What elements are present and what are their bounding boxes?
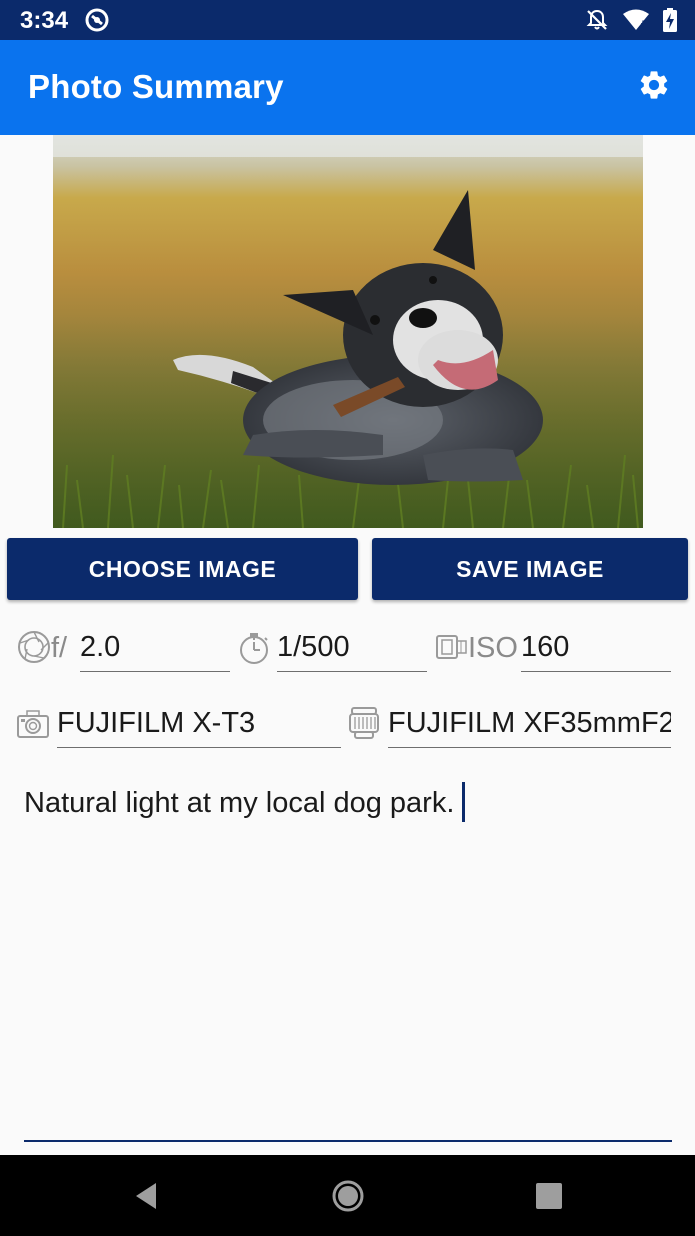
iso-prefix: ISO [468,632,518,664]
iso-field[interactable]: 160 [521,628,671,672]
lens-field[interactable]: FUJIFILM XF35mmF2 [388,704,671,748]
wifi-icon: ! [623,9,649,31]
app-bar: Photo Summary [0,40,695,135]
gear-icon [637,68,671,106]
back-icon[interactable] [130,1179,164,1213]
battery-charging-icon [663,8,677,32]
stopwatch-icon [237,631,271,665]
notifications-off-icon [585,8,609,32]
svg-text:!: ! [642,19,645,29]
data-saver-icon [84,7,110,33]
text-caret [462,782,466,822]
aperture-icon [17,630,51,664]
navigation-bar [0,1155,695,1236]
photo-preview [53,135,643,528]
choose-image-button[interactable]: CHOOSE IMAGE [7,538,358,600]
lens-icon [347,706,381,740]
notes-input[interactable]: Natural light at my local dog park. [24,782,672,1142]
save-image-button[interactable]: SAVE IMAGE [372,538,688,600]
camera-field[interactable]: FUJIFILM X-T3 [57,704,341,748]
film-icon [434,630,468,664]
camera-icon [16,707,50,741]
app-title: Photo Summary [28,68,284,105]
home-icon[interactable] [331,1179,365,1213]
settings-button[interactable] [633,66,675,108]
notes-text: Natural light at my local dog park. [24,787,455,819]
status-time: 3:34 [20,7,69,34]
aperture-field[interactable]: 2.0 [80,628,230,672]
aperture-prefix: f/ [51,632,68,664]
recents-icon[interactable] [532,1179,566,1213]
shutter-field[interactable]: 1/500 [277,628,427,672]
status-bar: 3:34 ! [0,0,695,40]
